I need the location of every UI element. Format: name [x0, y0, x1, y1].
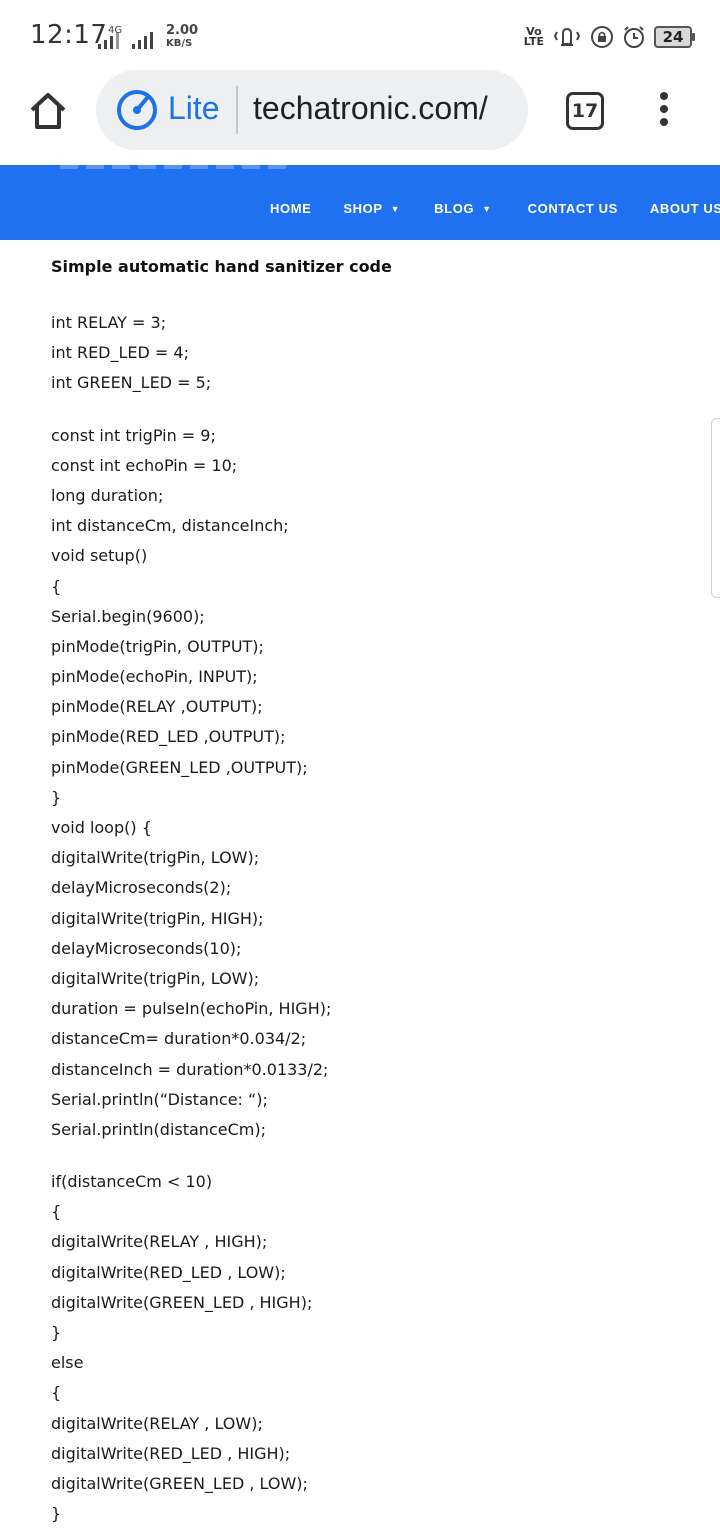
network-indicators: 4G	[96, 22, 158, 50]
chevron-down-icon: ▼	[482, 203, 492, 214]
code-line: delayMicroseconds(10);	[51, 938, 242, 958]
home-icon[interactable]	[26, 89, 70, 133]
nav-label-blog: BLOG	[434, 201, 475, 216]
browser-toolbar: Lite techatronic.com/ 17	[0, 70, 720, 165]
code-line: digitalWrite(trigPin, LOW);	[51, 968, 260, 988]
code-line: digitalWrite(GREEN_LED , LOW);	[51, 1473, 308, 1493]
lite-mode-label[interactable]: Lite	[168, 90, 220, 127]
status-bar: 12:17 4G 2.00 KB/S Vo LTE 24	[0, 0, 720, 70]
code-line: digitalWrite(RED_LED , HIGH);	[51, 1443, 291, 1463]
code-line: }	[51, 1323, 62, 1342]
nav-item-shop[interactable]: SHOP ▼	[343, 201, 400, 216]
code-line: Serial.begin(9600);	[51, 606, 205, 626]
code-line: long duration;	[51, 485, 164, 505]
code-line: int distanceCm, distanceInch;	[51, 516, 289, 536]
code-line: else	[51, 1353, 84, 1373]
code-line: digitalWrite(RELAY , LOW);	[51, 1413, 263, 1433]
battery-indicator: 24	[654, 26, 695, 48]
code-block-condition: if(distanceCm < 10) { digitalWrite(RELAY…	[51, 1167, 691, 1529]
code-line: distanceCm= duration*0.034/2;	[51, 1029, 307, 1049]
code-line: const int trigPin = 9;	[51, 425, 216, 445]
code-block-declarations: int RELAY = 3; int RED_LED = 4; int GREE…	[51, 308, 691, 399]
nav-item-blog[interactable]: BLOG ▼	[434, 201, 491, 216]
nav-label-about: ABOUT US	[649, 201, 720, 216]
status-right-icons: Vo LTE 24	[523, 22, 695, 52]
signal-icon	[132, 32, 153, 49]
code-line: }	[51, 787, 62, 807]
volte-bottom: LTE	[523, 35, 544, 48]
code-line: pinMode(RED_LED ,OUTPUT);	[51, 727, 286, 747]
code-line: pinMode(trigPin, OUTPUT);	[51, 636, 264, 656]
nav-label-home: HOME	[270, 201, 312, 216]
code-line: int RELAY = 3;	[51, 313, 167, 332]
lock-rotation-icon	[591, 26, 613, 48]
side-panel-handle[interactable]	[711, 418, 720, 598]
code-line: pinMode(RELAY ,OUTPUT);	[51, 697, 263, 717]
article-content: Simple automatic hand sanitizer code int…	[51, 256, 691, 1529]
url-text[interactable]: techatronic.com/	[253, 90, 488, 127]
code-line: const int echoPin = 10;	[51, 455, 238, 475]
code-line: digitalWrite(RELAY , HIGH);	[51, 1232, 268, 1252]
code-line: pinMode(GREEN_LED ,OUTPUT);	[51, 757, 308, 777]
code-line: delayMicroseconds(2);	[51, 878, 232, 898]
code-title: Simple automatic hand sanitizer code	[51, 257, 392, 276]
speed-unit: KB/S	[166, 38, 193, 49]
site-navigation: HOME SHOP ▼ BLOG ▼ CONTACT US ABOUT US	[0, 165, 720, 240]
code-line: Serial.println(distanceCm);	[51, 1119, 266, 1139]
volte-indicator: Vo LTE	[523, 26, 544, 48]
code-line: digitalWrite(GREEN_LED , HIGH);	[51, 1292, 313, 1312]
code-line: digitalWrite(RED_LED , LOW);	[51, 1262, 286, 1282]
network-type: 4G	[108, 25, 123, 36]
code-line: }	[51, 1504, 62, 1524]
code-line: {	[51, 576, 62, 596]
code-block-main: const int trigPin = 9; const int echoPin…	[51, 421, 691, 1146]
code-line: void setup()	[51, 546, 148, 566]
code-line: duration = pulseIn(echoPin, HIGH);	[51, 999, 332, 1019]
alarm-icon	[624, 26, 644, 48]
code-line: pinMode(echoPin, INPUT);	[51, 667, 258, 687]
nav-label-shop: SHOP	[343, 201, 383, 216]
lite-mode-icon[interactable]	[116, 89, 158, 131]
network-speed: 2.00 KB/S	[166, 24, 198, 50]
code-line: digitalWrite(trigPin, HIGH);	[51, 908, 264, 928]
speed-value: 2.00	[166, 23, 199, 38]
nav-item-about[interactable]: ABOUT US	[650, 201, 720, 216]
code-line: {	[51, 1383, 62, 1403]
tab-switcher-button[interactable]: 17	[566, 92, 604, 130]
code-line: Serial.println(“Distance: “);	[51, 1089, 268, 1109]
code-line: void loop() {	[51, 818, 152, 837]
overflow-menu-icon[interactable]	[654, 92, 674, 128]
url-divider	[236, 86, 238, 134]
code-line: distanceInch = duration*0.0133/2;	[51, 1059, 329, 1079]
nav-item-home[interactable]: HOME	[270, 201, 311, 216]
code-line: if(distanceCm < 10)	[51, 1172, 213, 1192]
code-line: int RED_LED = 4;	[51, 343, 189, 363]
nav-menu: HOME SHOP ▼ BLOG ▼ CONTACT US ABOUT US	[270, 201, 720, 216]
chevron-down-icon: ▼	[390, 203, 401, 214]
nav-label-contact: CONTACT US	[527, 201, 618, 216]
code-line: {	[51, 1202, 62, 1222]
nav-item-contact[interactable]: CONTACT US	[528, 201, 618, 216]
address-bar[interactable]: Lite techatronic.com/	[96, 70, 528, 150]
site-logo-partial	[60, 165, 290, 169]
code-line: digitalWrite(trigPin, LOW);	[51, 848, 260, 868]
code-line: int GREEN_LED = 5;	[51, 373, 212, 393]
vibrate-icon	[553, 27, 581, 46]
